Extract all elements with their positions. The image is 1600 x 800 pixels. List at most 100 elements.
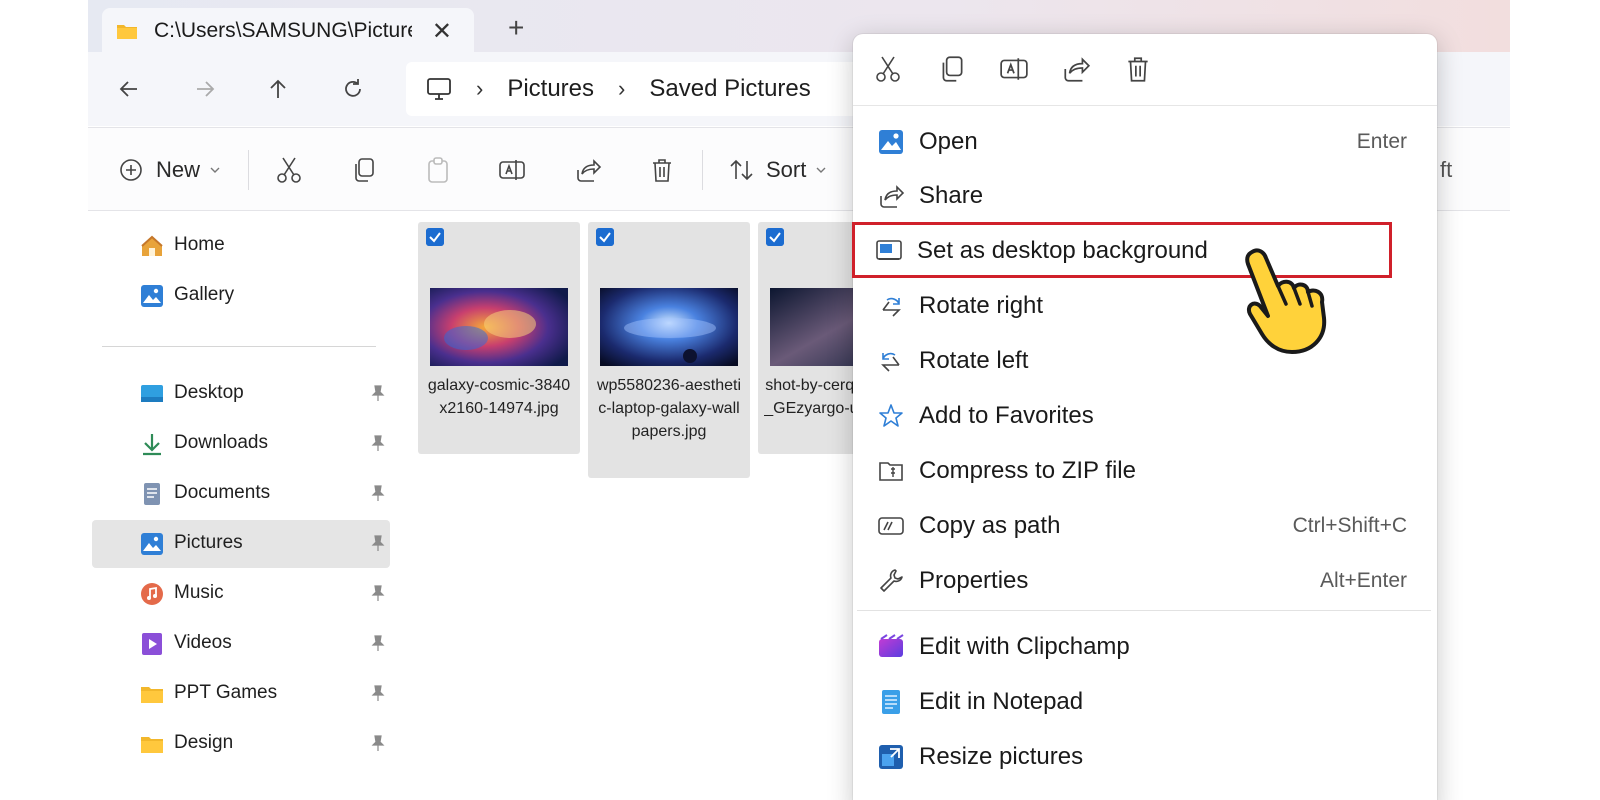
paste-button[interactable] — [424, 152, 452, 188]
refresh-button[interactable] — [336, 72, 370, 106]
sidebar-item-downloads[interactable]: Downloads — [92, 420, 390, 468]
pin-icon[interactable] — [368, 483, 388, 503]
tab-saved-pictures[interactable]: C:\Users\SAMSUNG\Pictures\Saved Pictures… — [102, 8, 474, 54]
sort-button[interactable]: Sort — [728, 152, 828, 188]
screen: C:\Users\SAMSUNG\Pictures\Saved Pictures… — [0, 0, 1600, 800]
gallery-icon — [141, 285, 163, 307]
context-quick-actions — [853, 34, 1437, 106]
rename-button[interactable] — [498, 152, 526, 188]
menu-item-copy-as-path[interactable]: Copy as path Ctrl+Shift+C — [857, 500, 1431, 550]
photos-app-icon — [879, 130, 903, 154]
sidebar-label: PPT Games — [174, 682, 278, 703]
sidebar-item-ppt-games[interactable]: PPT Games — [92, 670, 390, 718]
rename-icon[interactable] — [999, 54, 1029, 84]
sidebar-label: Gallery — [174, 284, 235, 305]
back-button[interactable] — [112, 72, 146, 106]
partial-command-label[interactable]: ft — [1440, 152, 1452, 188]
checkbox-checked-icon[interactable] — [766, 228, 784, 246]
chevron-down-icon — [816, 167, 826, 173]
sidebar-item-design[interactable]: Design — [92, 720, 390, 768]
trash-icon[interactable] — [1123, 54, 1153, 84]
arrow-left-icon — [119, 81, 137, 97]
refresh-icon — [345, 79, 361, 97]
sidebar-item-desktop[interactable]: Desktop — [92, 370, 390, 418]
menu-item-compress-zip[interactable]: Compress to ZIP file — [857, 445, 1431, 495]
command-separator — [702, 150, 703, 190]
clipchamp-icon — [879, 634, 904, 657]
pictures-icon — [141, 533, 163, 555]
breadcrumb-saved-pictures[interactable]: Saved Pictures — [649, 75, 810, 103]
clipboard-icon — [428, 157, 448, 183]
scissors-icon[interactable] — [873, 54, 903, 84]
trash-icon — [653, 159, 671, 182]
pin-icon[interactable] — [368, 633, 388, 653]
image-thumbnail — [600, 288, 738, 366]
menu-shortcut: Enter — [1356, 130, 1407, 153]
menu-item-open[interactable]: Open Enter — [857, 116, 1431, 166]
file-item[interactable]: galaxy-cosmic-3840x2160-14974.jpg — [418, 222, 580, 454]
pin-icon[interactable] — [368, 583, 388, 603]
pin-icon[interactable] — [368, 683, 388, 703]
menu-item-label: Copy as path — [919, 512, 1061, 539]
menu-item-label: Set as desktop background — [917, 237, 1208, 264]
checkbox-checked-icon[interactable] — [596, 228, 614, 246]
rotate-right-icon — [882, 297, 901, 317]
menu-item-edit-with-clipchamp[interactable]: Edit with Clipchamp — [857, 621, 1431, 671]
up-button[interactable] — [261, 72, 295, 106]
navigation-pane: Home Gallery Desktop Downloads Documents… — [88, 212, 393, 800]
new-label: New — [156, 157, 201, 182]
new-tab-button[interactable]: + — [508, 12, 524, 44]
forward-button[interactable] — [188, 72, 222, 106]
menu-item-add-to-favorites[interactable]: Add to Favorites — [857, 390, 1431, 440]
sidebar-label: Videos — [174, 632, 232, 653]
new-button[interactable]: New — [118, 152, 222, 188]
delete-button[interactable] — [648, 152, 676, 188]
menu-item-label: Add to Favorites — [919, 402, 1094, 429]
menu-item-properties[interactable]: Properties Alt+Enter — [857, 555, 1431, 605]
checkbox-checked-icon[interactable] — [426, 228, 444, 246]
pin-icon[interactable] — [368, 433, 388, 453]
share-button[interactable] — [574, 152, 602, 188]
cut-button[interactable] — [274, 152, 304, 188]
menu-item-edit-in-notepad[interactable]: Edit in Notepad — [857, 676, 1431, 726]
sidebar-item-videos[interactable]: Videos — [92, 620, 390, 668]
breadcrumb-pictures[interactable]: Pictures — [507, 75, 594, 103]
star-icon — [879, 404, 903, 427]
menu-shortcut: Ctrl+Shift+C — [1292, 514, 1407, 537]
sidebar-label: Downloads — [174, 432, 268, 453]
pin-icon[interactable] — [368, 533, 388, 553]
menu-item-share[interactable]: Share — [857, 170, 1431, 220]
sidebar-item-gallery[interactable]: Gallery — [92, 272, 390, 320]
pin-icon[interactable] — [368, 733, 388, 753]
menu-item-label: Rotate right — [919, 292, 1044, 319]
menu-item-label: Edit with Clipchamp — [919, 633, 1130, 660]
home-icon — [141, 235, 163, 256]
sidebar-label: Desktop — [174, 382, 244, 403]
sidebar-label: Design — [174, 732, 234, 753]
menu-item-label: Edit in Notepad — [919, 688, 1084, 715]
context-menu: Open Enter Share Set as desktop backgrou… — [852, 34, 1437, 800]
menu-item-label: Rotate left — [919, 347, 1029, 374]
download-icon — [143, 434, 161, 456]
share-icon[interactable] — [1061, 54, 1091, 84]
sidebar-label: Pictures — [174, 532, 243, 553]
computer-icon — [427, 78, 451, 100]
scissors-icon — [277, 157, 301, 183]
chevron-down-icon — [210, 167, 220, 173]
sidebar-item-pictures[interactable]: Pictures — [92, 520, 390, 568]
pin-icon[interactable] — [368, 383, 388, 403]
copy-button[interactable] — [350, 152, 378, 188]
file-item[interactable]: wp5580236-aesthetic-laptop-galaxy-wallpa… — [588, 222, 750, 478]
copy-icon[interactable] — [937, 54, 967, 84]
close-tab-icon[interactable]: ✕ — [432, 17, 452, 46]
menu-item-label: Share — [919, 182, 984, 209]
video-icon — [142, 633, 162, 655]
sidebar-item-home[interactable]: Home — [92, 222, 390, 270]
image-thumbnail — [430, 288, 568, 366]
menu-item-resize-pictures[interactable]: Resize pictures — [857, 731, 1431, 781]
file-name: wp5580236-aesthetic-laptop-galaxy-wallpa… — [596, 377, 742, 440]
sidebar-item-music[interactable]: Music — [92, 570, 390, 618]
sidebar-item-documents[interactable]: Documents — [92, 470, 390, 518]
rotate-left-icon — [881, 352, 900, 372]
desktop-background-icon — [876, 240, 902, 260]
